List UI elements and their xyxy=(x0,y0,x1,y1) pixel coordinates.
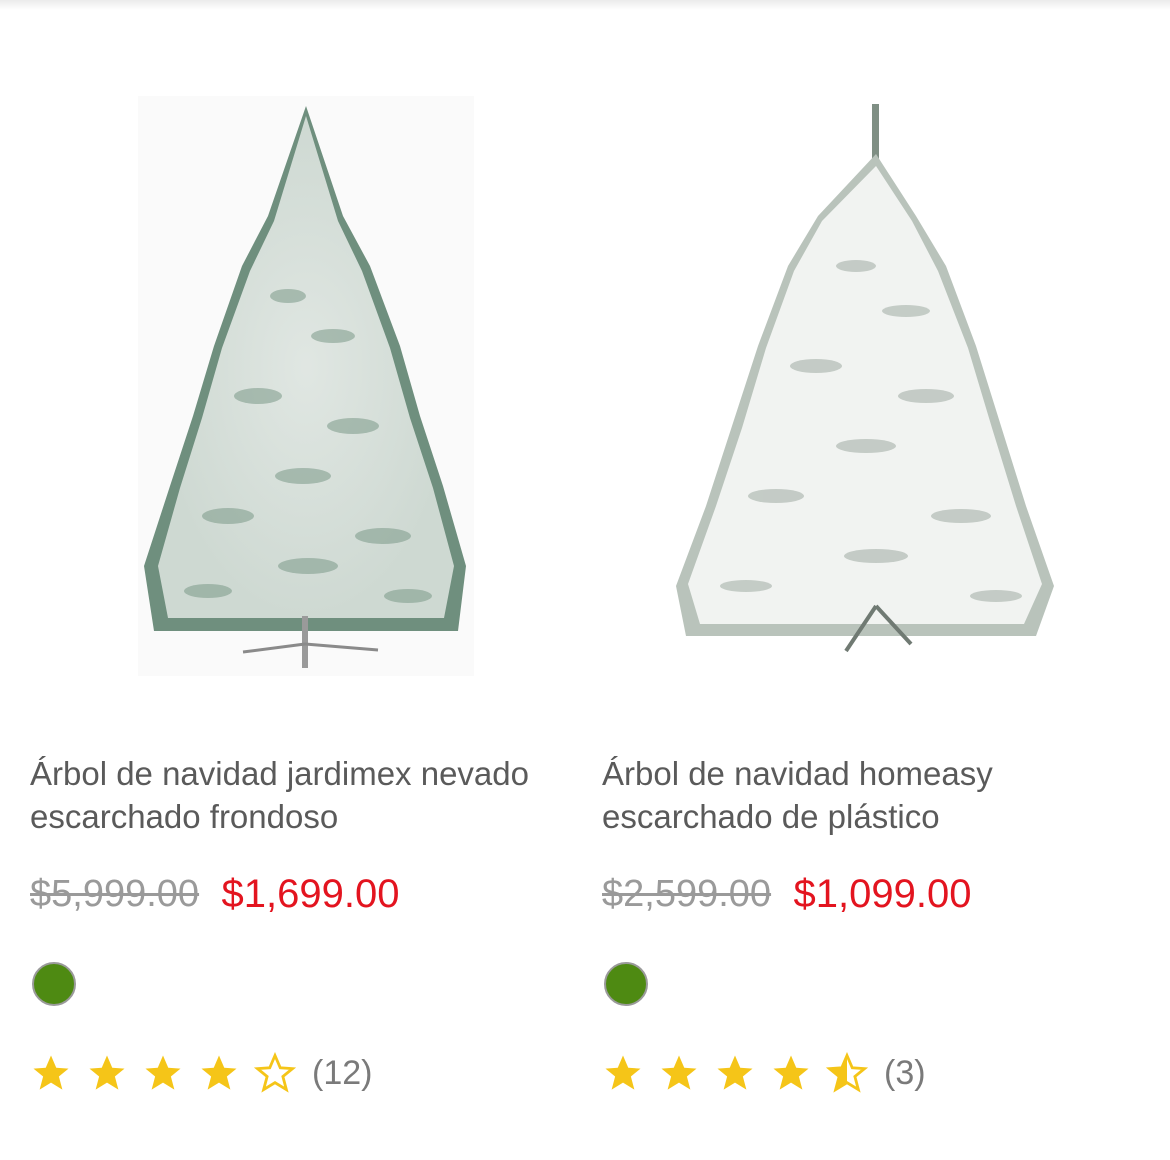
star-rating: (12) xyxy=(30,1050,372,1096)
star-filled-icon xyxy=(89,1055,125,1090)
product-card[interactable]: Árbol de navidad homeasy escarchado de p… xyxy=(572,0,1144,1160)
star-filled-icon xyxy=(661,1055,697,1090)
price-block: $2,599.00 $1,099.00 xyxy=(602,872,971,924)
product-card[interactable]: Árbol de navidad jardimex nevado escarch… xyxy=(0,0,572,1160)
flocked-christmas-tree-image xyxy=(144,106,466,668)
star-empty-icon xyxy=(254,1052,296,1093)
original-price: $2,599.00 xyxy=(602,873,772,915)
product-image[interactable] xyxy=(676,96,1062,676)
product-title[interactable]: Árbol de navidad jardimex nevado escarch… xyxy=(30,752,570,838)
review-count[interactable]: (3) xyxy=(884,1054,926,1093)
sale-price: $1,699.00 xyxy=(221,872,400,916)
product-grid: Árbol de navidad jardimex nevado escarch… xyxy=(0,0,1170,1160)
star-filled-icon xyxy=(717,1055,753,1090)
star-filled-icon xyxy=(773,1055,809,1090)
color-swatch-green[interactable] xyxy=(604,962,648,1006)
original-price: $5,999.00 xyxy=(30,873,200,915)
flocked-christmas-tree-image xyxy=(676,104,1054,653)
star-rating: (3) xyxy=(602,1050,926,1096)
price-block: $5,999.00 $1,699.00 xyxy=(30,872,399,924)
star-filled-icon xyxy=(33,1055,69,1090)
product-title[interactable]: Árbol de navidad homeasy escarchado de p… xyxy=(602,752,1142,838)
sale-price: $1,099.00 xyxy=(793,872,972,916)
product-image[interactable] xyxy=(138,96,474,676)
star-filled-icon xyxy=(145,1055,181,1090)
star-filled-icon xyxy=(201,1055,237,1090)
star-filled-icon xyxy=(605,1055,641,1090)
review-count[interactable]: (12) xyxy=(312,1054,372,1093)
color-swatch-green[interactable] xyxy=(32,962,76,1006)
star-half-icon xyxy=(826,1052,868,1093)
